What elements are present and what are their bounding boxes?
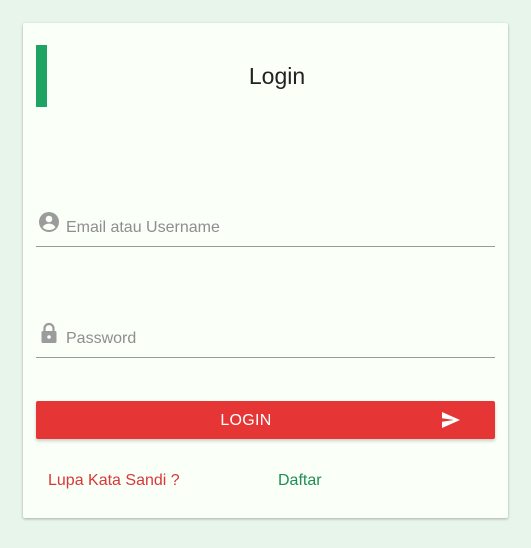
password-input[interactable]: [66, 327, 486, 351]
account-circle-icon: [37, 210, 61, 234]
login-button-label: LOGIN: [220, 412, 272, 429]
register-link[interactable]: Daftar: [278, 472, 322, 490]
lock-icon: [37, 321, 61, 345]
email-field: [36, 206, 495, 247]
send-icon: [441, 411, 461, 429]
page-title: Login: [248, 63, 306, 89]
forgot-password-link[interactable]: Lupa Kata Sandi ?: [48, 472, 180, 490]
login-button[interactable]: LOGIN: [36, 401, 495, 439]
login-card: Login LOGIN Lupa Kata Sandi: [23, 23, 508, 518]
password-field: [36, 317, 495, 358]
email-input[interactable]: [66, 216, 486, 240]
